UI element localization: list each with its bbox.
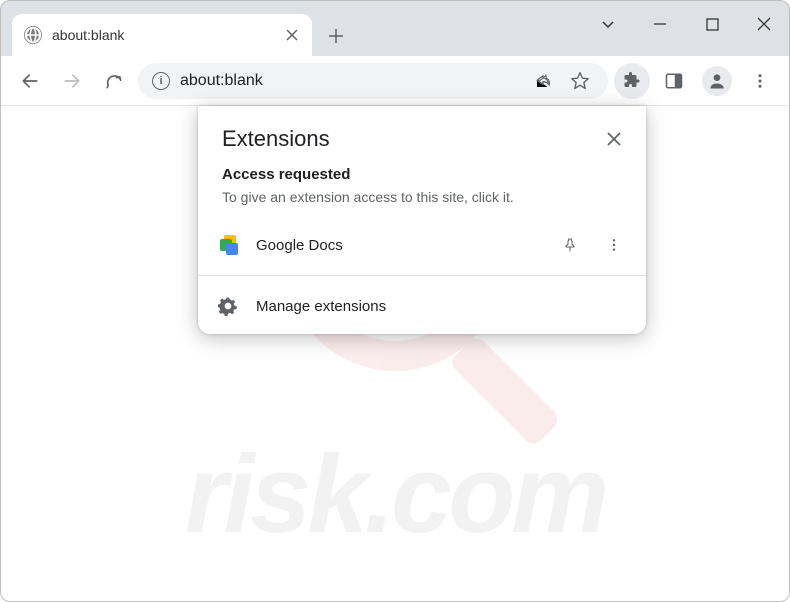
- side-panel-icon[interactable]: [656, 63, 692, 99]
- divider: [198, 275, 646, 276]
- address-bar[interactable]: i about:blank: [138, 63, 608, 99]
- window-controls: [594, 10, 778, 38]
- tab-close-button[interactable]: [284, 27, 300, 43]
- browser-tab[interactable]: about:blank: [12, 14, 312, 56]
- maximize-button[interactable]: [698, 10, 726, 38]
- google-docs-icon: [216, 233, 240, 257]
- profile-avatar[interactable]: [702, 66, 732, 96]
- pin-button[interactable]: [556, 237, 584, 253]
- url-text: about:blank: [180, 72, 520, 90]
- popup-title: Extensions: [222, 126, 330, 152]
- extensions-button[interactable]: [614, 63, 650, 99]
- forward-button[interactable]: [54, 63, 90, 99]
- extensions-popup: Extensions Access requested To give an e…: [198, 106, 646, 334]
- gear-icon: [216, 296, 240, 316]
- toolbar: i about:blank: [0, 56, 790, 106]
- page-content: risk.com Extensions Access requested To …: [0, 106, 790, 602]
- bookmark-icon[interactable]: [566, 71, 594, 91]
- extension-name: Google Docs: [256, 237, 540, 254]
- title-bar: about:blank: [0, 0, 790, 56]
- popup-close-button[interactable]: [602, 127, 626, 151]
- extension-row[interactable]: Google Docs: [198, 221, 646, 269]
- back-button[interactable]: [12, 63, 48, 99]
- minimize-button[interactable]: [646, 10, 674, 38]
- share-icon[interactable]: [530, 72, 556, 90]
- extension-more-button[interactable]: [600, 237, 628, 253]
- new-tab-button[interactable]: [320, 20, 352, 52]
- tab-title: about:blank: [52, 27, 274, 43]
- site-info-icon[interactable]: i: [152, 72, 170, 90]
- globe-icon: [24, 26, 42, 44]
- manage-extensions-label: Manage extensions: [256, 298, 386, 315]
- reload-button[interactable]: [96, 63, 132, 99]
- manage-extensions-button[interactable]: Manage extensions: [198, 282, 646, 330]
- close-window-button[interactable]: [750, 10, 778, 38]
- access-requested-text: To give an extension access to this site…: [222, 189, 622, 205]
- menu-button[interactable]: [742, 63, 778, 99]
- chevron-down-icon[interactable]: [594, 10, 622, 38]
- access-requested-heading: Access requested: [222, 166, 622, 183]
